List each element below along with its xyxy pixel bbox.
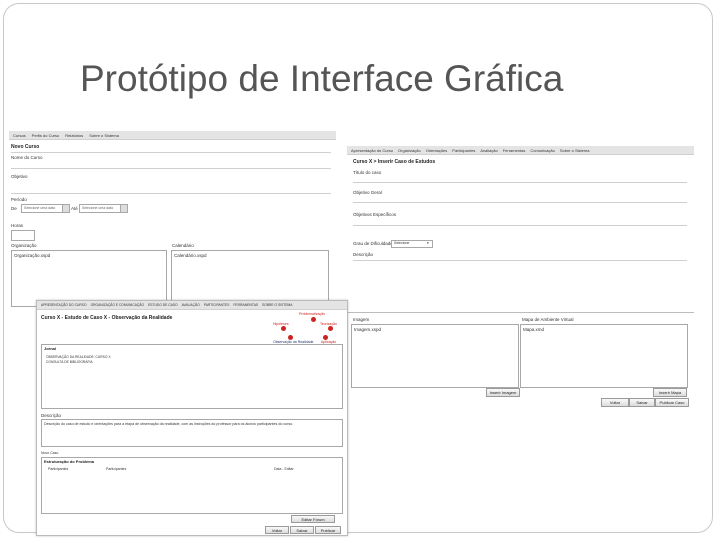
screenshot-case-study: APRESENTAÇÃO DO CURSO ORGANIZAÇÃO E COMU…: [36, 300, 348, 536]
menu-item[interactable]: Apresentação do Curso: [351, 148, 393, 153]
menu-item[interactable]: APRESENTAÇÃO DO CURSO: [41, 303, 87, 307]
case-title-label: Título do caso: [353, 170, 382, 175]
menu-item[interactable]: Perfis do Curso: [32, 133, 60, 138]
new-item-label: Novo Caso: [41, 451, 59, 455]
image-file-box[interactable]: Imagem.xspd: [351, 324, 519, 388]
stage-label: Hipóteses: [273, 322, 289, 326]
menu-item[interactable]: ESTUDO DE CASO: [148, 303, 178, 307]
publish-button[interactable]: Publicar: [315, 526, 341, 534]
table-header: Data - Editar: [274, 467, 294, 471]
menu-item[interactable]: Comunicação: [530, 148, 554, 153]
chevron-down-icon: ▾: [427, 241, 429, 245]
map-label: Mapa de Ambiente Virtual: [522, 317, 574, 322]
course-name-field[interactable]: [11, 168, 331, 169]
menu-item[interactable]: AVALIAÇÃO: [182, 303, 200, 307]
top-menu: Apresentação do Curso Organização Orient…: [347, 146, 694, 155]
edit-forum-button[interactable]: Editar Fórum: [291, 515, 335, 523]
specific-objectives-label: Objetivos Específicos: [353, 212, 397, 217]
menu-item[interactable]: FERRAMENTAS: [233, 303, 258, 307]
menu-item[interactable]: Cursos: [13, 133, 26, 138]
menu-item[interactable]: Participantes: [452, 148, 475, 153]
back-button[interactable]: Voltar: [265, 526, 289, 534]
top-menu: APRESENTAÇÃO DO CURSO ORGANIZAÇÃO E COMU…: [37, 301, 347, 310]
hours-input[interactable]: [11, 230, 35, 241]
calendar-label: Calendário: [172, 243, 194, 248]
menu-item[interactable]: Orientações: [426, 148, 448, 153]
menu-item[interactable]: Sobre o Sistema: [560, 148, 590, 153]
top-menu: Cursos Perfis do Curso Relatórios Sobre …: [9, 131, 336, 140]
stage-label: Problematização: [299, 312, 326, 316]
general-objective-field[interactable]: [353, 202, 687, 203]
to-label: Até: [71, 206, 78, 211]
menu-item[interactable]: Avaliação: [480, 148, 497, 153]
save-button[interactable]: Salvar: [629, 398, 655, 407]
course-name-label: Nome do Curso: [11, 155, 43, 160]
difficulty-label: Grau de Dificuldade: [353, 241, 393, 246]
problem-table: Estruturação do Problema Participantes P…: [41, 457, 343, 514]
difficulty-select[interactable]: Selecione ▾: [391, 240, 433, 248]
image-label: Imagem: [353, 317, 370, 322]
insert-map-button[interactable]: Inserir Mapa: [653, 388, 687, 397]
table-title: Estruturação do Problema: [44, 459, 95, 464]
menu-item[interactable]: Organização: [398, 148, 421, 153]
general-objective-label: Objetivo Geral: [353, 190, 382, 195]
menu-item[interactable]: Ferramentas: [503, 148, 526, 153]
description-text-area[interactable]: Descrição do caso de estudo e orientaçõe…: [41, 419, 343, 447]
calendar-file-box[interactable]: Calendário.xspd: [171, 250, 329, 307]
menu-item[interactable]: Relatórios: [65, 133, 83, 138]
save-button[interactable]: Salvar: [290, 526, 314, 534]
publish-case-button[interactable]: Publicar Caso: [655, 398, 689, 407]
journal-panel: Jornal OBSERVAÇÃO DA REALIDADE: CURSO X …: [41, 344, 343, 409]
specific-objectives-field[interactable]: [353, 225, 687, 226]
stage-node-icon[interactable]: [311, 317, 316, 322]
objectives-label: Objetivo: [11, 174, 28, 179]
organization-label: Organização: [11, 243, 37, 248]
menu-item[interactable]: ORGANIZAÇÃO E COMUNICAÇÃO: [91, 303, 145, 307]
stage-node-icon[interactable]: [281, 326, 286, 331]
menu-item[interactable]: Sobre o Sistema: [89, 133, 119, 138]
divider: [347, 312, 694, 313]
description-label: Descrição: [41, 413, 62, 418]
insert-image-button[interactable]: Inserir Imagem: [486, 388, 520, 397]
description-field[interactable]: [353, 260, 687, 261]
table-header: Participantes: [48, 467, 69, 471]
back-button[interactable]: Voltar: [601, 398, 629, 407]
table-header: Participantes: [106, 467, 127, 471]
slide-title: Protótipo de Interface Gráfica: [80, 58, 564, 99]
journal-line: CONSULTA DE BIBLIOGRAFIA: [46, 360, 93, 364]
to-date-input[interactable]: Selecione uma data: [79, 204, 121, 213]
from-label: De: [11, 206, 17, 211]
menu-item[interactable]: SOBRE O SISTEMA: [262, 303, 292, 307]
calendar-icon[interactable]: [62, 204, 70, 213]
objectives-field[interactable]: [11, 193, 331, 194]
menu-item[interactable]: PARTICIPANTES: [204, 303, 230, 307]
period-label: Período: [11, 197, 27, 202]
page-heading: Novo Curso: [11, 144, 40, 150]
hours-label: Horas: [11, 223, 24, 228]
page-heading: Curso X - Estudo de Caso X - Observação …: [41, 315, 173, 321]
screenshot-insert-case: Apresentação do Curso Organização Orient…: [347, 146, 694, 408]
page-heading: Curso X > Inserir Caso de Estudos: [353, 159, 436, 165]
from-date-input[interactable]: Selecione uma data: [21, 204, 63, 213]
calendar-icon[interactable]: [120, 204, 128, 213]
divider: [11, 152, 331, 153]
map-file-box[interactable]: Mapa.xmd: [520, 324, 688, 388]
organization-file-box[interactable]: Organização.xspd: [11, 250, 167, 307]
description-text: Descrição do caso de estudo e orientaçõe…: [44, 422, 294, 426]
case-title-field[interactable]: [353, 182, 687, 183]
journal-line: OBSERVAÇÃO DA REALIDADE: CURSO X: [46, 355, 111, 359]
stage-node-icon[interactable]: [328, 326, 333, 331]
screenshot-new-course: Cursos Perfis do Curso Relatórios Sobre …: [9, 131, 336, 309]
description-label: Descrição: [353, 252, 374, 257]
journal-label: Jornal: [44, 346, 57, 351]
